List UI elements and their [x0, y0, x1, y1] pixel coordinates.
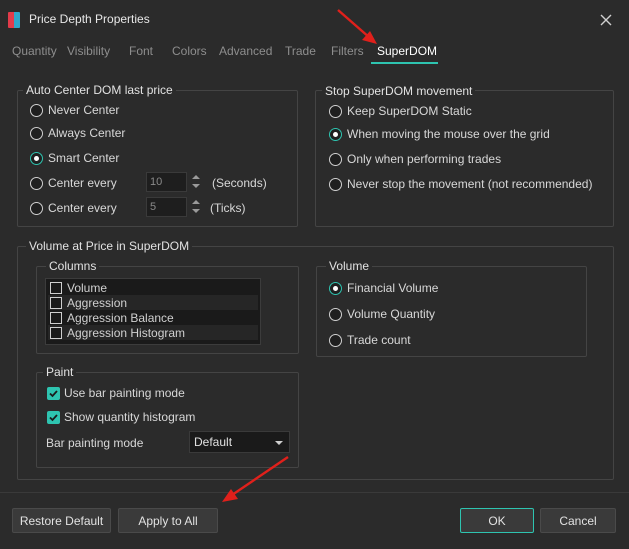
- radio-performing-trades[interactable]: Only when performing trades: [329, 151, 501, 167]
- apply-to-all-button[interactable]: Apply to All: [118, 508, 218, 533]
- radio-selected-icon: [329, 281, 342, 295]
- paint-title: Paint: [43, 365, 77, 379]
- tab-advanced[interactable]: Advanced: [219, 44, 272, 58]
- close-icon[interactable]: [598, 12, 614, 28]
- tab-filters[interactable]: Filters: [331, 44, 364, 58]
- radio-icon: [30, 176, 43, 190]
- radio-icon: [329, 177, 342, 191]
- radio-icon: [329, 152, 342, 166]
- volume-title: Volume: [326, 259, 373, 273]
- ok-button[interactable]: OK: [460, 508, 534, 533]
- radio-icon: [329, 307, 342, 321]
- cancel-button[interactable]: Cancel: [540, 508, 616, 533]
- checkbox-icon[interactable]: [50, 326, 62, 339]
- seconds-stepper[interactable]: [191, 172, 201, 192]
- checkbox-icon[interactable]: [50, 281, 62, 294]
- radio-mouse-over-grid[interactable]: When moving the mouse over the grid: [329, 126, 550, 142]
- show-histogram-checkbox[interactable]: Show quantity histogram: [47, 409, 195, 425]
- radio-center-every-ticks[interactable]: Center every: [30, 200, 117, 216]
- tab-trade[interactable]: Trade: [285, 44, 316, 58]
- columns-list: Volume Aggression Aggression Balance Agg…: [45, 278, 261, 345]
- radio-selected-icon: [329, 127, 342, 141]
- radio-keep-static[interactable]: Keep SuperDOM Static: [329, 103, 472, 119]
- tab-font[interactable]: Font: [129, 44, 153, 58]
- radio-smart-center[interactable]: Smart Center: [30, 150, 119, 166]
- radio-never-stop[interactable]: Never stop the movement (not recommended…: [329, 176, 592, 192]
- auto-center-title: Auto Center DOM last price: [23, 83, 176, 97]
- list-item-volume[interactable]: Volume: [48, 280, 258, 295]
- ticks-unit-label: (Ticks): [210, 201, 246, 215]
- ticks-stepper[interactable]: [191, 197, 201, 217]
- columns-title: Columns: [46, 259, 100, 273]
- stop-movement-title: Stop SuperDOM movement: [322, 84, 476, 98]
- list-item-aggression[interactable]: Aggression: [48, 295, 258, 310]
- list-item-aggression-balance[interactable]: Aggression Balance: [48, 310, 258, 325]
- bar-painting-mode-select[interactable]: Default: [189, 431, 290, 453]
- check-icon: [47, 386, 60, 400]
- seconds-input[interactable]: 10: [146, 172, 187, 192]
- chevron-down-icon[interactable]: [192, 184, 200, 188]
- radio-icon: [30, 103, 43, 117]
- radio-always-center[interactable]: Always Center: [30, 125, 125, 141]
- check-icon: [47, 410, 60, 424]
- tab-quantity[interactable]: Quantity: [12, 44, 57, 58]
- footer-divider: [0, 492, 629, 493]
- restore-default-button[interactable]: Restore Default: [12, 508, 111, 533]
- radio-never-center[interactable]: Never Center: [30, 102, 119, 118]
- app-icon: [8, 12, 20, 28]
- tab-visibility[interactable]: Visibility: [67, 44, 110, 58]
- chevron-up-icon[interactable]: [192, 200, 200, 204]
- radio-icon: [329, 333, 342, 347]
- active-tab-indicator: [371, 62, 438, 64]
- tab-colors[interactable]: Colors: [172, 44, 207, 58]
- radio-icon: [30, 126, 43, 140]
- seconds-unit-label: (Seconds): [212, 176, 267, 190]
- checkbox-icon[interactable]: [50, 296, 62, 309]
- radio-trade-count[interactable]: Trade count: [329, 332, 411, 348]
- tab-bar: Quantity Visibility Font Colors Advanced…: [0, 44, 629, 66]
- bar-painting-mode-label: Bar painting mode: [46, 436, 144, 450]
- list-item-aggression-histogram[interactable]: Aggression Histogram: [48, 325, 258, 340]
- ticks-input[interactable]: 5: [146, 197, 187, 217]
- radio-icon: [30, 201, 43, 215]
- chevron-down-icon: [275, 441, 283, 445]
- title-bar: Price Depth Properties: [0, 0, 629, 40]
- tab-superdom[interactable]: SuperDOM: [377, 44, 437, 58]
- radio-selected-icon: [30, 151, 43, 165]
- window-title: Price Depth Properties: [29, 12, 150, 26]
- checkbox-icon[interactable]: [50, 311, 62, 324]
- radio-financial-volume[interactable]: Financial Volume: [329, 280, 438, 296]
- chevron-up-icon[interactable]: [192, 175, 200, 179]
- use-bar-painting-checkbox[interactable]: Use bar painting mode: [47, 385, 185, 401]
- chevron-down-icon[interactable]: [192, 209, 200, 213]
- volume-at-price-title: Volume at Price in SuperDOM: [26, 239, 193, 253]
- radio-volume-quantity[interactable]: Volume Quantity: [329, 306, 435, 322]
- radio-icon: [329, 104, 342, 118]
- radio-center-every-seconds[interactable]: Center every: [30, 175, 117, 191]
